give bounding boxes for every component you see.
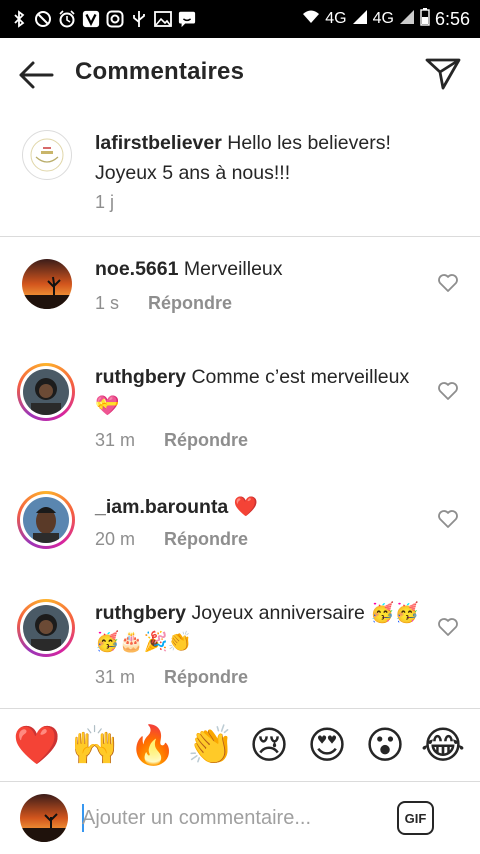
comment-meta: 20 m Répondre	[95, 529, 248, 550]
caption-text: lafirstbeliever Hello les believers! Joy…	[95, 128, 455, 188]
avatar	[23, 497, 69, 543]
reaction-surprised[interactable]: 😮	[361, 726, 409, 764]
status-icons-right: 4G 4G 6:56	[302, 7, 470, 31]
comment-body: Merveilleux	[183, 258, 283, 280]
network-label-1: 4G	[325, 10, 347, 27]
reaction-crying[interactable]: 😢	[245, 726, 293, 764]
reaction-clap[interactable]: 👏	[187, 726, 235, 764]
avatar	[20, 794, 68, 842]
story-ring[interactable]	[17, 599, 75, 657]
paper-plane-icon	[425, 58, 461, 90]
reply-button[interactable]: Répondre	[164, 529, 248, 549]
reaction-laughing[interactable]: 😂	[419, 726, 467, 764]
sunset-tree-photo	[20, 794, 68, 842]
avatar	[23, 369, 69, 415]
signal-icon	[399, 9, 415, 30]
quick-reactions-bar: ❤️ 🙌 🔥 👏 😢 😍 😮 😂	[0, 708, 480, 782]
comment-username[interactable]: ruthgbery	[95, 602, 186, 624]
comment-username[interactable]: _iam.barounta	[95, 496, 228, 518]
image-icon	[154, 10, 172, 28]
comment-item: ruthgbery Joyeux anniversaire 🥳🥳🥳🎂🎉👏 31 …	[0, 585, 480, 708]
like-button[interactable]	[437, 509, 459, 529]
signal-icon	[352, 9, 368, 30]
user-photo	[23, 369, 69, 415]
comment-item: ruthgbery Comme c’est merveilleux 💝 31 m…	[0, 345, 480, 477]
reaction-fire[interactable]: 🔥	[129, 726, 177, 764]
heart-outline-icon	[438, 510, 458, 528]
brand-logo-icon	[30, 138, 64, 172]
sunset-tree-photo	[22, 259, 72, 309]
usb-icon	[130, 10, 148, 28]
caption-time: 1 j	[95, 192, 115, 212]
heart-outline-icon	[438, 618, 458, 636]
network-label-2: 4G	[372, 10, 394, 27]
page-title: Commentaires	[75, 58, 245, 85]
comment-username[interactable]: ruthgbery	[95, 366, 186, 388]
comment-composer: GIF	[0, 782, 480, 854]
clock: 6:56	[434, 8, 470, 29]
comment-text: _iam.barounta ❤️	[95, 493, 425, 522]
do-not-disturb-icon	[34, 10, 52, 28]
arrow-left-icon	[19, 61, 54, 89]
caption-username[interactable]: lafirstbeliever	[95, 132, 222, 154]
like-button[interactable]	[437, 273, 459, 293]
comment-meta: 1 s Répondre	[95, 293, 232, 314]
alarm-icon	[58, 10, 76, 28]
status-bar: 4G 4G 6:56	[0, 0, 480, 38]
comment-username[interactable]: noe.5661	[95, 258, 178, 280]
heart-outline-icon	[438, 382, 458, 400]
comment-time: 31 m	[95, 667, 136, 687]
instagram-icon	[106, 10, 124, 28]
post-caption: lafirstbeliever Hello les believers! Joy…	[0, 110, 480, 237]
reaction-heart-eyes[interactable]: 😍	[303, 726, 351, 764]
like-button[interactable]	[437, 381, 459, 401]
avatar	[23, 605, 69, 651]
battery-icon	[420, 7, 430, 31]
like-button[interactable]	[437, 617, 459, 637]
comment-time: 31 m	[95, 430, 136, 450]
comment-text: ruthgbery Joyeux anniversaire 🥳🥳🥳🎂🎉👏	[95, 599, 425, 657]
reaction-heart[interactable]: ❤️	[13, 726, 61, 764]
comment-item: noe.5661 Merveilleux 1 s Répondre	[0, 237, 480, 345]
avatar[interactable]	[22, 130, 72, 180]
reply-button[interactable]: Répondre	[164, 667, 248, 687]
comment-meta: 31 m Répondre	[95, 667, 248, 688]
user-photo	[23, 497, 69, 543]
comment-body: ❤️	[233, 496, 258, 518]
comment-meta: 31 m Répondre	[95, 430, 248, 451]
chat-icon	[178, 10, 196, 28]
comment-text: ruthgbery Comme c’est merveilleux 💝	[95, 363, 425, 421]
comment-text: noe.5661 Merveilleux	[95, 255, 425, 284]
user-photo	[23, 605, 69, 651]
reply-button[interactable]: Répondre	[148, 293, 232, 313]
status-icons-left	[10, 10, 196, 28]
header: Commentaires	[0, 38, 480, 110]
comment-time: 20 m	[95, 529, 136, 549]
story-ring[interactable]	[17, 363, 75, 421]
comment-input[interactable]	[82, 800, 372, 836]
story-ring[interactable]	[17, 491, 75, 549]
avatar[interactable]	[22, 259, 72, 309]
bluetooth-icon	[10, 10, 28, 28]
comment-item: _iam.barounta ❤️ 20 m Répondre	[0, 477, 480, 585]
comment-time: 1 s	[95, 293, 120, 313]
share-button[interactable]	[425, 56, 461, 90]
reaction-raised-hands[interactable]: 🙌	[71, 726, 119, 764]
viber-icon	[82, 10, 100, 28]
reply-button[interactable]: Répondre	[164, 430, 248, 450]
back-button[interactable]	[18, 60, 54, 90]
gif-button[interactable]: GIF	[397, 801, 434, 835]
heart-outline-icon	[438, 274, 458, 292]
hotspot-icon	[302, 10, 320, 29]
